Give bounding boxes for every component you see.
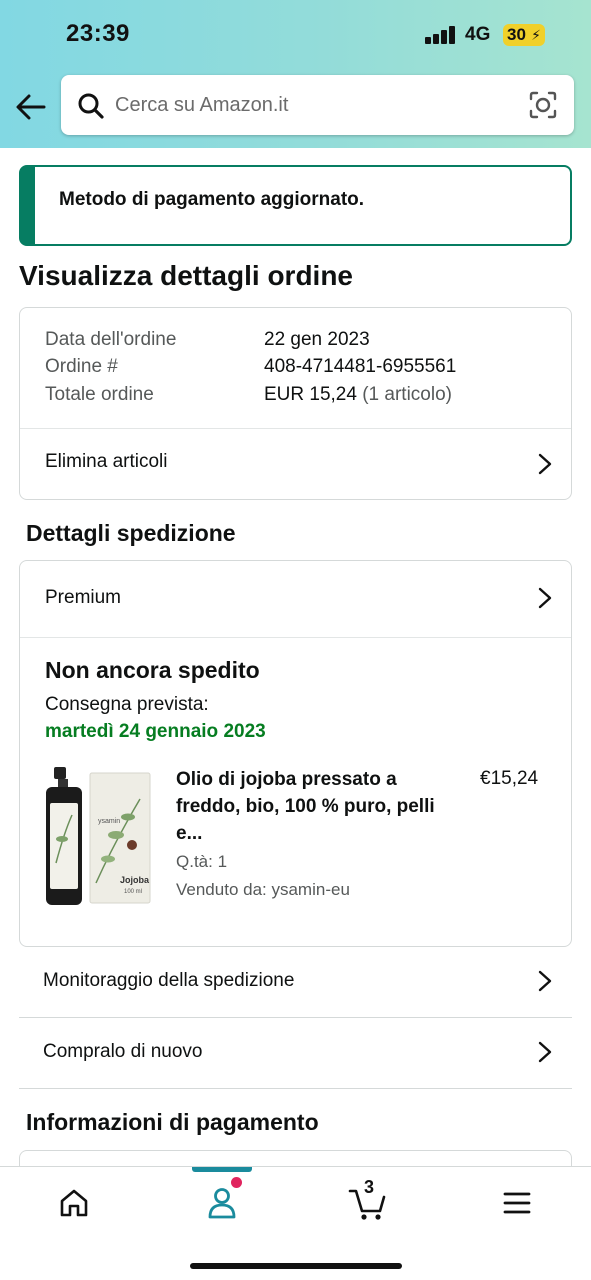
product-image[interactable]: ysamin Jojoba 100 ml: [44, 763, 154, 909]
chevron-right-icon: [538, 453, 552, 475]
shipping-method-row[interactable]: Premium: [20, 561, 571, 637]
shipping-card: Premium Non ancora spedito Consegna prev…: [19, 560, 572, 947]
track-shipment-row[interactable]: Monitoraggio della spedizione: [19, 948, 572, 1018]
buy-again-row[interactable]: Compralo di nuovo: [19, 1019, 572, 1089]
product-label-volume: 100 ml: [124, 889, 142, 895]
camera-scan-icon[interactable]: [528, 90, 558, 120]
buy-again-label: Compralo di nuovo: [43, 1041, 203, 1062]
home-indicator: [190, 1263, 402, 1269]
order-number-value: 408-4714481-6955561: [264, 356, 457, 377]
notification-dot: [231, 1177, 242, 1188]
status-time: 23:39: [66, 20, 130, 47]
search-bar[interactable]: [61, 75, 574, 135]
shipping-section-title: Dettagli spedizione: [26, 520, 236, 546]
divider: [20, 637, 571, 638]
signal-icon: [425, 26, 457, 44]
order-date-label: Data dell'ordine: [45, 329, 177, 350]
product-seller: Venduto da: ysamin-eu: [176, 880, 350, 899]
app-header: 23:39 4G 30 ⚡: [0, 0, 591, 148]
home-icon[interactable]: [54, 1183, 94, 1223]
chevron-right-icon: [538, 970, 552, 992]
order-info-card: Data dell'ordine 22 gen 2023 Ordine # 40…: [19, 307, 572, 500]
order-total-value: EUR 15,24 (1 articolo): [264, 384, 452, 406]
product-name-link[interactable]: Olio di jojoba pressato a freddo, bio, 1…: [176, 766, 436, 847]
menu-icon[interactable]: [497, 1183, 537, 1223]
track-shipment-label: Monitoraggio della spedizione: [43, 970, 295, 991]
back-arrow-icon[interactable]: [14, 90, 48, 124]
success-alert: Metodo di pagamento aggiornato.: [19, 165, 572, 246]
delivery-date: martedì 24 gennaio 2023: [45, 721, 266, 742]
payment-section-title: Informazioni di pagamento: [26, 1109, 319, 1135]
account-icon[interactable]: [202, 1183, 242, 1223]
order-date-value: 22 gen 2023: [264, 329, 370, 350]
order-number-label: Ordine #: [45, 356, 118, 377]
alert-message: Metodo di pagamento aggiornato.: [59, 189, 365, 210]
product-quantity: Q.tà: 1: [176, 852, 228, 871]
order-total-label: Totale ordine: [45, 384, 154, 405]
battery-icon: 30 ⚡: [503, 24, 545, 46]
chevron-right-icon: [538, 1041, 552, 1063]
order-item-count: (1 articolo): [362, 384, 452, 405]
search-icon: [78, 93, 104, 119]
delivery-label: Consegna prevista:: [45, 694, 209, 715]
product-label-name: Jojoba: [120, 875, 150, 885]
delete-items-row[interactable]: Elimina articoli: [20, 429, 571, 500]
battery-level: 30: [507, 25, 526, 44]
shipping-method-label: Premium: [45, 587, 122, 608]
network-label: 4G: [465, 24, 491, 45]
product-label-brand: ysamin: [98, 818, 120, 825]
order-total-amount: EUR 15,24: [264, 384, 357, 405]
shipment-status: Non ancora spedito: [45, 657, 260, 683]
delete-items-label: Elimina articoli: [45, 451, 168, 472]
product-price: €15,24: [480, 768, 539, 789]
page-title: Visualizza dettagli ordine: [19, 260, 354, 291]
bottom-tab-bar: 3: [0, 1166, 591, 1280]
cart-count-badge: 3: [364, 1177, 375, 1197]
chevron-right-icon: [538, 587, 552, 609]
active-tab-indicator: [192, 1167, 252, 1172]
search-input[interactable]: [115, 87, 515, 123]
